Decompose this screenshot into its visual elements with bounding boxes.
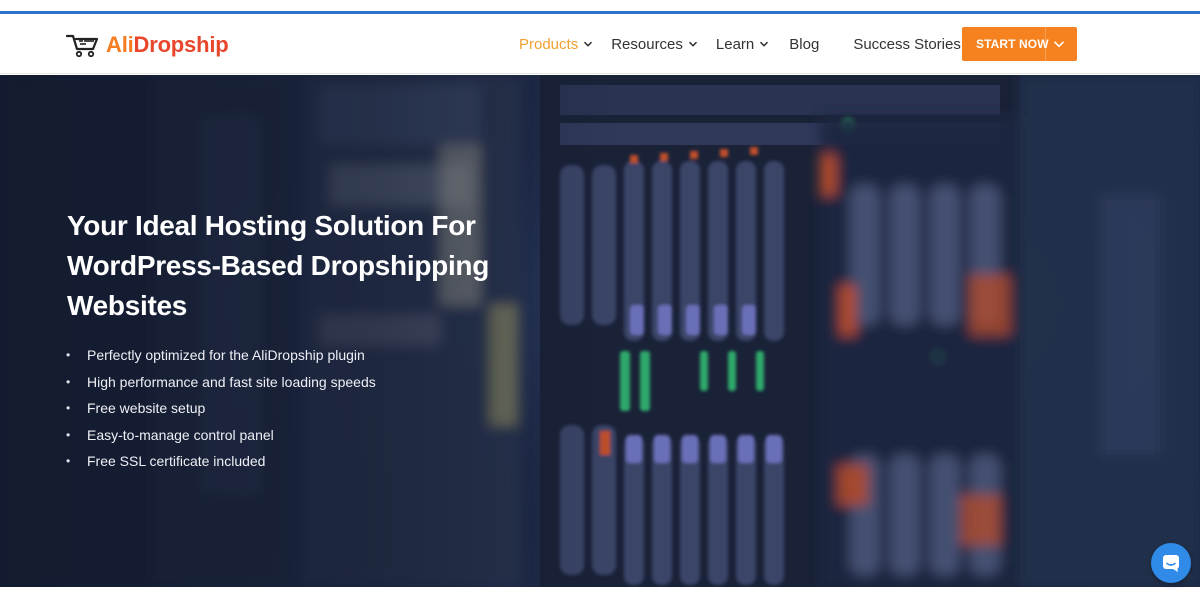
hero-section: Your Ideal Hosting Solution For WordPres… bbox=[0, 75, 1200, 587]
start-now-dropdown-toggle[interactable] bbox=[1045, 27, 1071, 61]
start-now-button[interactable]: START NOW bbox=[962, 27, 1077, 61]
logo-text: AliDropship bbox=[106, 32, 229, 57]
nav-item-label: Resources bbox=[611, 35, 683, 53]
page-bottom-strip bbox=[0, 587, 1200, 600]
list-item: High performance and fast site loading s… bbox=[66, 369, 376, 396]
list-item: Perfectly optimized for the AliDropship … bbox=[66, 342, 376, 369]
nav-item-blog[interactable]: Blog bbox=[789, 36, 819, 53]
list-item: Free SSL certificate included bbox=[66, 448, 376, 475]
chevron-down-icon bbox=[1053, 41, 1064, 48]
start-now-label: START NOW bbox=[976, 37, 1049, 51]
main-nav: Products Resources Learn Blog Success St… bbox=[519, 34, 961, 54]
nav-item-label: Blog bbox=[789, 35, 820, 53]
nav-item-label: Success Stories bbox=[853, 35, 961, 53]
hero-title: Your Ideal Hosting Solution For WordPres… bbox=[67, 210, 490, 321]
nav-item-success-stories[interactable]: Success Stories bbox=[853, 36, 961, 53]
cart-icon bbox=[66, 34, 99, 58]
list-item: Easy-to-manage control panel bbox=[66, 422, 376, 449]
site-header: AliDropship Products Resources Learn Blo… bbox=[0, 14, 1200, 74]
feature-list: Perfectly optimized for the AliDropship … bbox=[66, 342, 376, 475]
chat-launcher-button[interactable] bbox=[1151, 543, 1191, 583]
hero-overlay bbox=[0, 75, 620, 587]
nav-item-products[interactable]: Products bbox=[519, 36, 593, 53]
chat-icon bbox=[1163, 555, 1179, 572]
nav-item-resources[interactable]: Resources bbox=[611, 36, 698, 53]
nav-item-label: Learn bbox=[715, 35, 755, 53]
site-logo[interactable]: AliDropship bbox=[66, 30, 229, 60]
chevron-down-icon bbox=[760, 41, 769, 47]
nav-item-learn[interactable]: Learn bbox=[716, 36, 769, 53]
list-item: Free website setup bbox=[66, 395, 376, 422]
chevron-down-icon bbox=[584, 41, 593, 47]
nav-item-label: Products bbox=[519, 35, 579, 53]
chevron-down-icon bbox=[688, 41, 697, 47]
